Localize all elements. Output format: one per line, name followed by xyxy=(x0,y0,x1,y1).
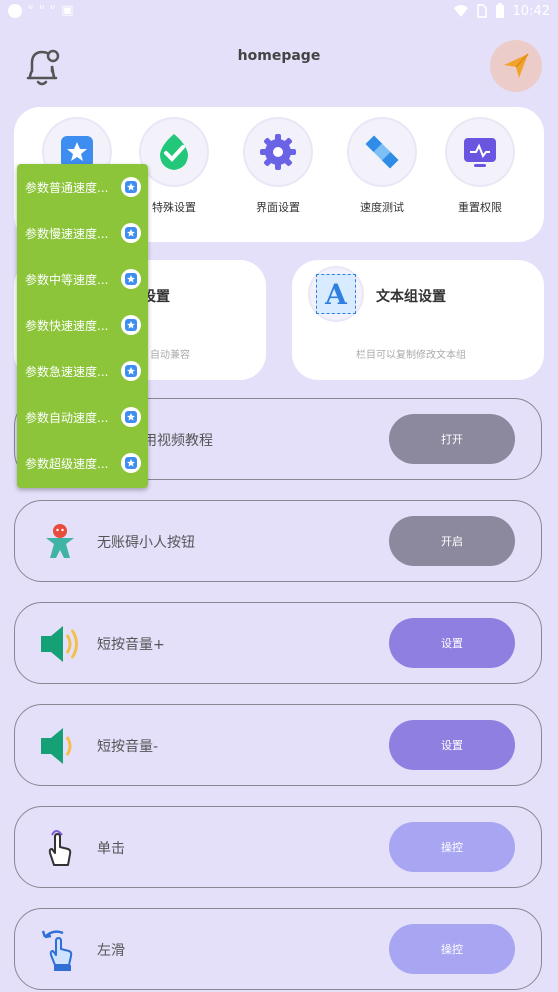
list-row-volume-up: 短按音量+ 设置 xyxy=(14,602,542,684)
grid-label: 速度测试 xyxy=(360,201,404,214)
card-title: 文本组设置 xyxy=(376,289,446,305)
satellite-icon xyxy=(365,135,399,169)
status-dot-icon xyxy=(8,4,22,18)
clock: 10:42 xyxy=(512,3,550,19)
menu-item-super-speed[interactable]: 参数超级速度... xyxy=(25,440,145,486)
notification-icon: ᐡ xyxy=(50,3,56,18)
send-button[interactable] xyxy=(490,40,542,92)
icon-letter: A xyxy=(325,277,347,311)
star-badge-icon xyxy=(121,177,141,197)
grid-label: 界面设置 xyxy=(256,201,300,214)
star-badge-icon xyxy=(121,453,141,473)
wifi-icon xyxy=(453,5,468,17)
letter-a-icon: A xyxy=(310,268,362,320)
tap-gesture-icon xyxy=(37,825,83,871)
menu-item-normal-speed[interactable]: 参数普通速度... xyxy=(25,164,145,210)
grid-label: 重置权限 xyxy=(458,201,502,214)
paper-plane-icon xyxy=(504,53,529,78)
list-row-swipe-left: 左滑 操控 xyxy=(14,908,542,990)
grid-item-speed-test[interactable]: 速度测试 xyxy=(337,119,427,215)
list-row-tap: 单击 操控 xyxy=(14,806,542,888)
list-row-volume-down: 短按音量- 设置 xyxy=(14,704,542,786)
grid-item-interface-settings[interactable]: 界面设置 xyxy=(233,119,323,215)
set-button[interactable]: 设置 xyxy=(389,720,515,770)
row-label: 短按音量- xyxy=(97,739,159,755)
sim-icon xyxy=(476,4,487,18)
menu-item-medium-speed[interactable]: 参数中等速度... xyxy=(25,256,145,302)
star-badge-icon xyxy=(121,315,141,335)
row-label: 无账碍小人按钮 xyxy=(97,535,195,551)
speed-dropdown-menu: 参数普通速度... 参数慢速速度... 参数中等速度... 参数快速速度... … xyxy=(17,164,148,488)
control-button[interactable]: 操控 xyxy=(389,924,515,974)
shield-check-icon xyxy=(160,134,188,170)
battery-icon xyxy=(495,3,504,18)
card-subtitle: 栏目可以复制修改文本组 xyxy=(356,350,466,361)
speaker-loud-icon xyxy=(37,621,83,667)
page-title: homepage xyxy=(237,48,321,64)
star-badge-icon xyxy=(121,269,141,289)
list-row-accessibility-button: 无账碍小人按钮 开启 xyxy=(14,500,542,582)
enable-button[interactable]: 开启 xyxy=(389,516,515,566)
gear-icon xyxy=(260,134,296,170)
notification-icon: ▣ xyxy=(61,3,74,18)
menu-item-auto-speed[interactable]: 参数自动速度... xyxy=(25,394,145,440)
card-subtitle: 自动兼容 xyxy=(150,350,190,361)
control-button[interactable]: 操控 xyxy=(389,822,515,872)
grid-item-reset-permissions[interactable]: 重置权限 xyxy=(435,119,525,215)
star-badge-icon xyxy=(121,407,141,427)
monitor-icon xyxy=(464,138,496,167)
status-bar: ᐡ ᐡ ᐡ ▣ 10:42 xyxy=(0,0,558,24)
menu-item-rapid-speed[interactable]: 参数急速速度... xyxy=(25,348,145,394)
header: homepage xyxy=(0,30,558,102)
row-label: 左滑 xyxy=(97,943,125,959)
star-badge-icon xyxy=(121,361,141,381)
gingerbread-man-icon xyxy=(37,519,83,565)
swipe-gesture-icon xyxy=(37,927,83,973)
row-label: 短按音量+ xyxy=(97,637,165,653)
notification-icon: ᐡ xyxy=(39,3,45,18)
menu-item-fast-speed[interactable]: 参数快速速度... xyxy=(25,302,145,348)
star-badge-icon xyxy=(121,223,141,243)
open-button[interactable]: 打开 xyxy=(389,414,515,464)
row-label: 用视频教程 xyxy=(143,433,213,449)
notification-icons: ᐡ ᐡ ᐡ ▣ xyxy=(8,4,73,18)
menu-item-slow-speed[interactable]: 参数慢速速度... xyxy=(25,210,145,256)
row-label: 单击 xyxy=(97,841,125,857)
notification-icon: ᐡ xyxy=(28,3,34,18)
set-button[interactable]: 设置 xyxy=(389,618,515,668)
text-group-settings-card[interactable]: A 文本组设置 栏目可以复制修改文本组 xyxy=(292,260,544,380)
speaker-quiet-icon xyxy=(37,723,83,769)
